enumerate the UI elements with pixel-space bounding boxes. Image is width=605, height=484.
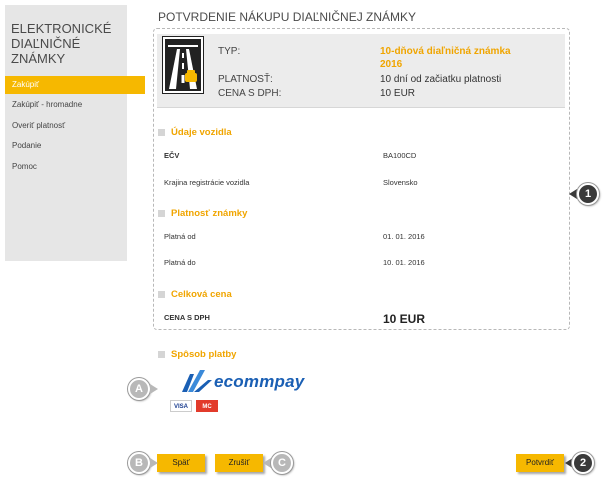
section-bullet bbox=[158, 129, 165, 136]
valid-to-value: 10. 01. 2016 bbox=[383, 258, 425, 267]
cancel-button[interactable]: Zrušiť bbox=[215, 454, 263, 472]
marker-pointer bbox=[569, 189, 577, 199]
annotation-marker-c: C bbox=[271, 452, 293, 474]
section-bullet bbox=[158, 291, 165, 298]
price-label: CENA S DPH: bbox=[218, 88, 282, 99]
validity-value: 10 dní od začiatku platnosti bbox=[380, 74, 502, 85]
highway-vignette-icon bbox=[162, 36, 204, 94]
annotation-marker-a: A bbox=[128, 378, 150, 400]
section-bullet bbox=[158, 210, 165, 217]
page-title: Potvrdenie nákupu diaľničnej známky bbox=[158, 10, 417, 24]
payment-section-title[interactable]: Spôsob platby bbox=[171, 349, 236, 360]
ecv-value: BA100CD bbox=[383, 151, 417, 160]
sidebar-item-podanie[interactable]: Podanie bbox=[5, 137, 127, 155]
sidebar-item-zakupit[interactable]: Zakúpiť bbox=[5, 76, 145, 94]
annotation-marker-2: 2 bbox=[572, 452, 594, 474]
visa-card-icon: VISA bbox=[170, 400, 192, 412]
type-value: 10-dňová diaľničná známka bbox=[380, 46, 511, 57]
ecommpay-brand-text[interactable]: ecommpay bbox=[214, 372, 304, 392]
type-label: TYP: bbox=[218, 46, 241, 57]
valid-from-value: 01. 01. 2016 bbox=[383, 232, 425, 241]
confirm-button[interactable]: Potvrdiť bbox=[516, 454, 564, 472]
validity-section-title: Platnosť známky bbox=[171, 208, 248, 219]
sidebar-item-overit-platnost[interactable]: Overiť platnosť bbox=[5, 117, 127, 135]
validity-label: PLATNOSŤ: bbox=[218, 74, 273, 85]
total-label: CENA S DPH bbox=[164, 313, 210, 322]
valid-from-label: Platná od bbox=[164, 232, 196, 241]
mastercard-icon: MC bbox=[196, 400, 218, 412]
country-label: Krajina registrácie vozidla bbox=[164, 178, 250, 187]
marker-pointer bbox=[263, 458, 271, 468]
price-value: 10 EUR bbox=[380, 88, 416, 99]
sidebar-item-pomoc[interactable]: Pomoc bbox=[5, 158, 127, 176]
section-bullet bbox=[158, 351, 165, 358]
back-button[interactable]: Späť bbox=[157, 454, 205, 472]
vehicle-section-title: Údaje vozidla bbox=[171, 127, 232, 138]
annotation-marker-b: B bbox=[128, 452, 150, 474]
valid-to-label: Platná do bbox=[164, 258, 196, 267]
total-section-title: Celková cena bbox=[171, 289, 232, 300]
ecv-label: EČV bbox=[164, 151, 180, 160]
total-value: 10 EUR bbox=[383, 312, 426, 326]
marker-pointer bbox=[150, 458, 158, 468]
sidebar-title: Elektronické diaľničné známky bbox=[11, 21, 112, 66]
marker-pointer bbox=[150, 384, 158, 394]
type-year: 2016 bbox=[380, 59, 403, 70]
sidebar-item-zakupit-hromadne[interactable]: Zakúpiť - hromadne bbox=[5, 96, 127, 114]
country-value: Slovensko bbox=[383, 178, 418, 187]
annotation-marker-1: 1 bbox=[577, 183, 599, 205]
